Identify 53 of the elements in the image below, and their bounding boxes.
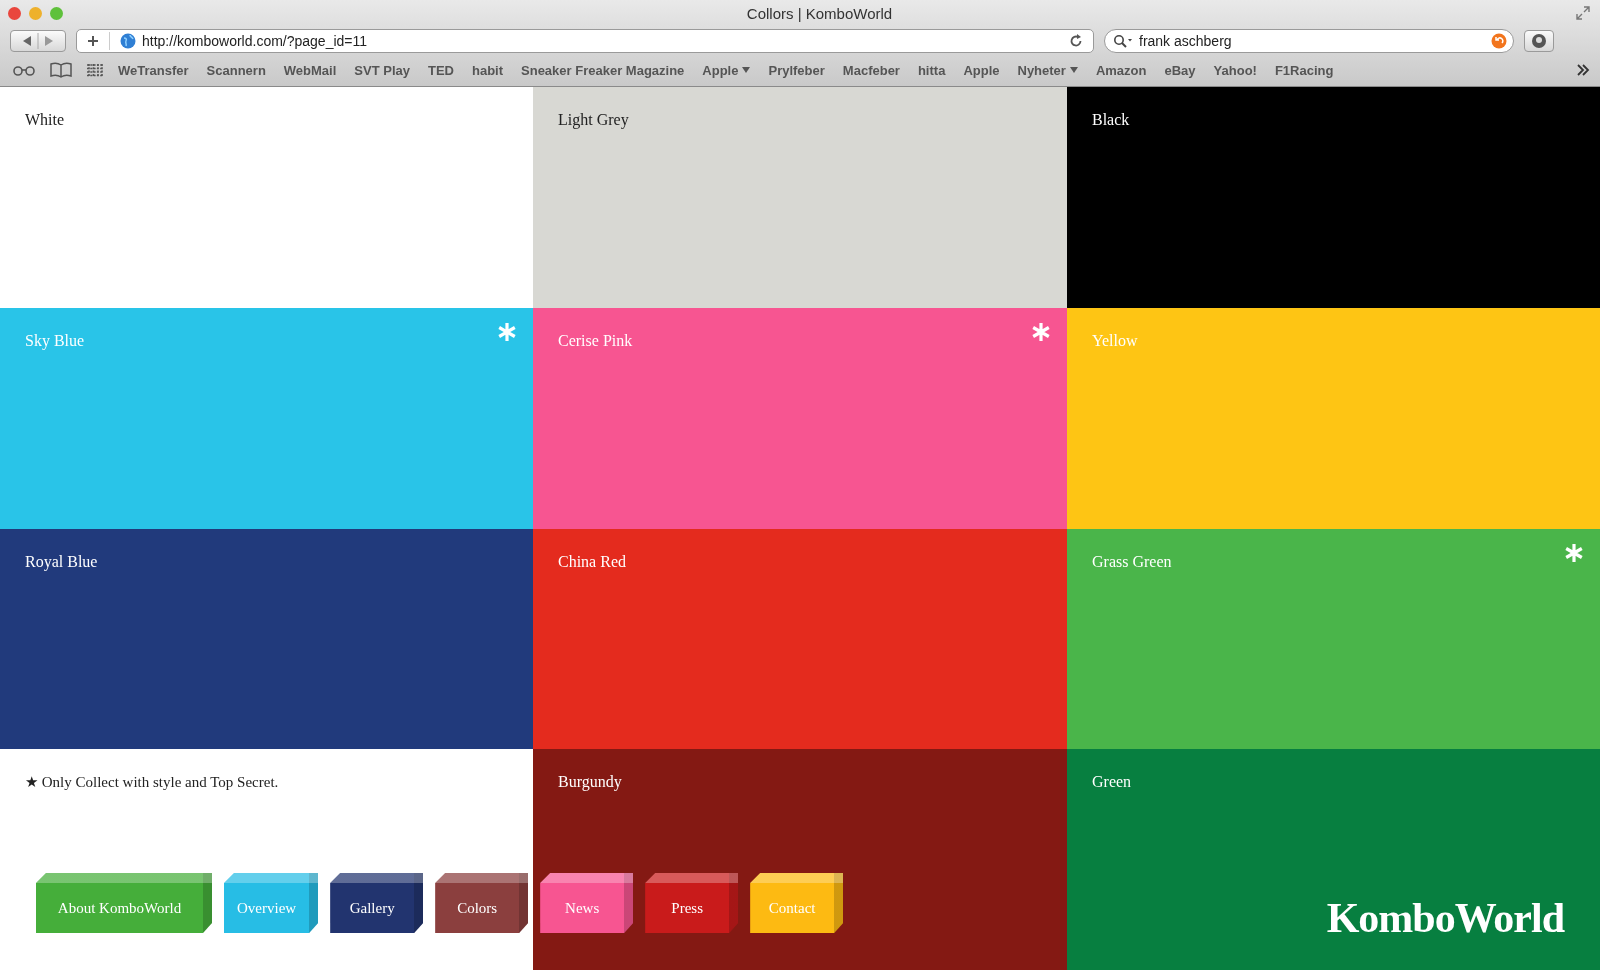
fullscreen-icon[interactable] bbox=[1576, 6, 1590, 20]
color-name: White bbox=[25, 111, 65, 128]
bookmark-link[interactable]: hitta bbox=[917, 62, 946, 78]
close-button[interactable] bbox=[8, 6, 21, 20]
snapback-icon[interactable] bbox=[1491, 33, 1507, 49]
bookmark-link[interactable]: F1Racing bbox=[1274, 62, 1334, 78]
bookmark-link[interactable]: habit bbox=[471, 62, 504, 78]
grid-icon[interactable] bbox=[86, 63, 104, 77]
reload-icon[interactable] bbox=[1069, 34, 1083, 48]
footnote: ★ Only Collect with style and Top Secret. bbox=[25, 773, 280, 792]
color-name: Burgundy bbox=[558, 773, 622, 791]
reader-button[interactable] bbox=[1524, 30, 1554, 52]
bookmark-link[interactable]: Apple bbox=[963, 62, 1000, 78]
bookmark-link[interactable]: eBay bbox=[1164, 62, 1196, 78]
bookmark-link[interactable]: SVT Play bbox=[354, 62, 410, 78]
color-name: Yellow bbox=[1092, 331, 1138, 349]
bookmark-link[interactable]: Prylfeber bbox=[768, 62, 825, 78]
color-name: Royal Blue bbox=[25, 552, 98, 570]
back-forward-buttons[interactable] bbox=[10, 30, 66, 52]
book-icon[interactable] bbox=[50, 62, 72, 78]
color-name: Black bbox=[1092, 111, 1130, 128]
globe-icon bbox=[120, 33, 136, 49]
bookmark-link[interactable]: Scannern bbox=[206, 62, 266, 78]
reader-icon bbox=[1531, 33, 1547, 49]
address-bar[interactable]: http://komboworld.com/?page_id=11 bbox=[76, 29, 1094, 53]
color-name: Green bbox=[1092, 773, 1132, 791]
bookmark-menu[interactable]: Nyheter bbox=[1017, 62, 1078, 78]
nav-button[interactable]: Colors bbox=[435, 873, 529, 933]
logo: KomboWorld bbox=[1326, 894, 1564, 942]
add-icon[interactable] bbox=[87, 35, 99, 47]
chevron-icon[interactable] bbox=[1576, 63, 1590, 77]
color-name: Cerise Pink bbox=[558, 331, 633, 349]
bookmark-link[interactable]: Yahoo! bbox=[1213, 62, 1257, 78]
bookmark-link[interactable]: Amazon bbox=[1095, 62, 1147, 78]
bookmark-menu[interactable]: Apple bbox=[702, 62, 751, 78]
search-field[interactable]: frank aschberg bbox=[1104, 29, 1514, 53]
color-name: Sky Blue bbox=[25, 331, 85, 349]
url-text: http://komboworld.com/?page_id=11 bbox=[142, 33, 369, 49]
color-name: Grass Green bbox=[1092, 552, 1172, 570]
bookmark-link[interactable]: Macfeber bbox=[842, 62, 900, 78]
nav-button[interactable]: News bbox=[540, 873, 634, 933]
glasses-icon[interactable] bbox=[12, 64, 36, 76]
nav-button[interactable]: Gallery bbox=[330, 873, 424, 933]
nav-button[interactable]: About KomboWorld bbox=[36, 873, 212, 933]
bookmark-link[interactable]: WebMail bbox=[283, 62, 337, 78]
nav-button[interactable]: Press bbox=[645, 873, 739, 933]
bookmark-link[interactable]: WeTransfer bbox=[118, 62, 189, 78]
bookmark-link[interactable]: TED bbox=[427, 62, 454, 78]
color-name: China Red bbox=[558, 552, 626, 570]
color-name: Light Grey bbox=[558, 111, 629, 128]
window-title: Collors | KomboWorld bbox=[745, 4, 894, 22]
bookmark-link[interactable]: Sneaker Freaker Magazine bbox=[521, 62, 685, 78]
search-icon bbox=[1113, 34, 1133, 48]
